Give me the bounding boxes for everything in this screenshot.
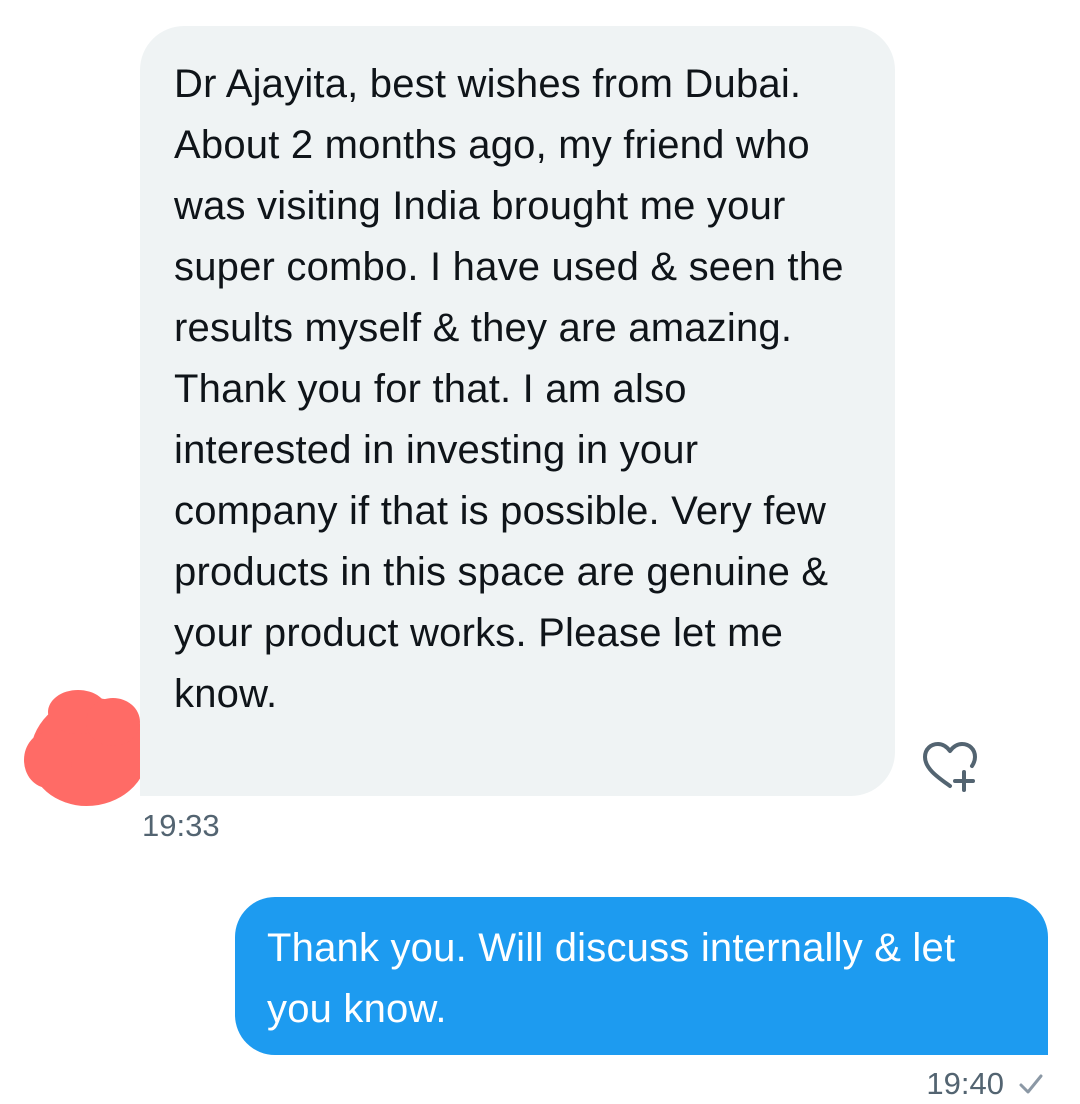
incoming-message-text: Dr Ajayita, best wishes from Dubai. Abou… [174, 62, 844, 716]
add-reaction-button[interactable] [917, 738, 983, 794]
outgoing-message-text: Thank you. Will discuss internally & let… [267, 926, 956, 1031]
sender-avatar-redacted[interactable] [24, 690, 148, 806]
heart-plus-icon [923, 742, 977, 792]
outgoing-message-timestamp: 19:40 [926, 1066, 1004, 1101]
outgoing-message-meta: 19:40 [926, 1064, 1044, 1104]
check-icon [1019, 1074, 1043, 1094]
outgoing-message-bubble[interactable]: Thank you. Will discuss internally & let… [235, 897, 1048, 1055]
incoming-message-timestamp: 19:33 [142, 808, 220, 843]
incoming-message-bubble[interactable]: Dr Ajayita, best wishes from Dubai. Abou… [140, 26, 895, 796]
avatar-redaction-blob [24, 732, 72, 788]
avatar-redaction-blob [86, 698, 140, 746]
conversation-thread: Dr Ajayita, best wishes from Dubai. Abou… [0, 0, 1080, 1101]
